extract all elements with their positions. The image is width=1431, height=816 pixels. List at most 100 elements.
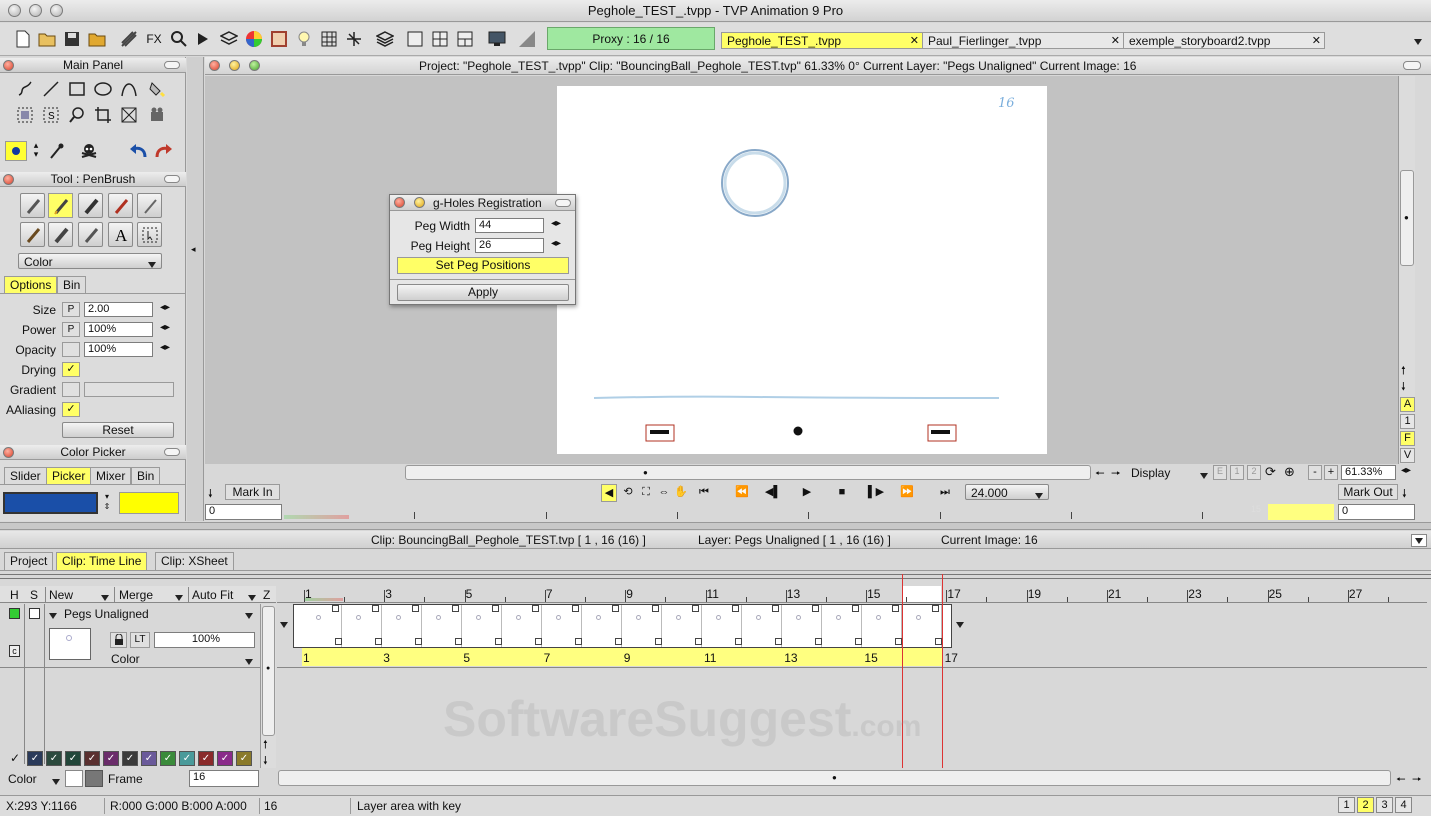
layer-blend-label[interactable]: Color <box>111 652 140 666</box>
peg-width-stepper[interactable]: ◂▸ <box>551 218 561 229</box>
close-tab-icon[interactable]: ✕ <box>1312 34 1321 47</box>
frame-icon[interactable] <box>268 28 290 50</box>
swatch-check[interactable]: ✓ <box>7 751 23 766</box>
size-stepper[interactable]: ◂▸ <box>160 302 170 313</box>
transform-icon[interactable] <box>343 28 365 50</box>
mark-out-arrow-icon[interactable]: 🠗 <box>1402 485 1407 504</box>
mode-select[interactable]: Color <box>18 253 162 269</box>
redo-icon[interactable] <box>152 140 174 162</box>
tab-xsheet[interactable]: Clip: XSheet <box>155 552 234 570</box>
search-icon[interactable] <box>168 28 190 50</box>
tab-mixer[interactable]: Mixer <box>90 467 132 484</box>
vertical-scroll-thumb[interactable]: ● <box>1400 170 1414 266</box>
sound-toggle-icon[interactable]: ◀ <box>601 484 617 502</box>
layer-name[interactable]: Pegs Unaligned <box>64 607 149 621</box>
undo-icon[interactable] <box>128 140 150 162</box>
fit-icon[interactable]: ⛶ <box>638 484 654 502</box>
reset-button[interactable]: Reset <box>62 422 174 438</box>
color-label-swatch[interactable]: ✓ <box>236 751 252 766</box>
clip-menu-icon[interactable] <box>1411 534 1427 547</box>
mini-timeline[interactable]: 15 <box>284 504 1334 520</box>
camera-tool-icon[interactable] <box>146 104 168 126</box>
new-layer-select[interactable]: New <box>45 587 112 602</box>
tab-project[interactable]: Project <box>4 552 54 570</box>
quad-view-icon[interactable] <box>429 28 451 50</box>
frame-cell[interactable] <box>702 605 742 647</box>
gradient-toggle[interactable] <box>62 382 80 397</box>
swap-arrows-icon[interactable]: ▴ ▾ <box>30 141 42 161</box>
swap-colors-icon[interactable]: ▾ ⇕ <box>100 492 114 514</box>
play-icon[interactable] <box>192 28 214 50</box>
frame-cell[interactable] <box>782 605 822 647</box>
frame-cell[interactable] <box>662 605 702 647</box>
save-icon[interactable] <box>61 28 83 50</box>
view-2-button[interactable]: 2 <box>1247 465 1261 480</box>
frame-input[interactable]: 16 <box>189 770 259 787</box>
frame-cell[interactable] <box>382 605 422 647</box>
col-hide-label[interactable]: H <box>10 588 19 602</box>
layer-scroll-thumb[interactable]: ● <box>262 606 275 736</box>
close-tab-icon[interactable]: ✕ <box>910 34 919 47</box>
color-label-swatch[interactable]: ✓ <box>84 751 100 766</box>
timeline-scroll-left-icon[interactable]: 🠔 <box>1396 771 1406 790</box>
opacity-input[interactable]: 100% <box>84 342 153 357</box>
layer-scroll-down-icon[interactable]: 🠗 <box>263 752 268 771</box>
brush-tools-icon[interactable] <box>118 28 140 50</box>
mark-in-arrow-icon[interactable]: 🠗 <box>208 485 213 504</box>
single-view-icon[interactable] <box>404 28 426 50</box>
fill-tool-icon[interactable] <box>146 78 168 100</box>
tabs-menu-icon[interactable] <box>1414 36 1422 48</box>
tab-slider[interactable]: Slider <box>4 467 47 484</box>
timeline-horizontal-scrollbar[interactable]: ● <box>278 770 1391 786</box>
fx-button[interactable]: FX <box>143 28 165 50</box>
color-wheel-icon[interactable] <box>243 28 265 50</box>
tab-options[interactable]: Options <box>4 276 58 293</box>
timeline-scroll-right-icon[interactable]: 🠖 <box>1412 771 1422 790</box>
select-arrow-icon[interactable] <box>137 222 162 247</box>
track-expand-end-icon[interactable] <box>956 619 964 631</box>
drawing-canvas[interactable]: 16 <box>557 86 1047 454</box>
peg-height-input[interactable]: 26 <box>475 238 544 253</box>
horizontal-scrollbar[interactable]: ● <box>405 465 1091 480</box>
minimize-view-button[interactable] <box>229 60 240 71</box>
view-1-button[interactable]: 1 <box>1230 465 1244 480</box>
gradient-icon[interactable] <box>516 28 538 50</box>
oil-brush-icon[interactable] <box>20 222 45 247</box>
layer-c-toggle[interactable]: c <box>9 645 20 657</box>
stack-icon[interactable] <box>374 28 396 50</box>
color-label-swatch[interactable]: ✓ <box>46 751 62 766</box>
ink-brush-icon[interactable] <box>137 193 162 218</box>
set-peg-positions-button[interactable]: Set Peg Positions <box>397 257 569 274</box>
frame-cell[interactable] <box>502 605 542 647</box>
collapse-view-button[interactable] <box>1403 61 1421 70</box>
timeline-ruler[interactable] <box>277 586 1427 603</box>
page-4-button[interactable]: 4 <box>1395 797 1412 813</box>
warp-tool-icon[interactable] <box>118 104 140 126</box>
hand-icon[interactable]: ✋ <box>673 484 689 502</box>
collapse-arrow-icon[interactable]: ◂ <box>191 244 196 255</box>
close-view-button[interactable] <box>209 60 220 71</box>
airbrush-icon[interactable] <box>78 222 103 247</box>
mode-f-button[interactable]: F <box>1400 431 1415 446</box>
color-label-swatch[interactable]: ✓ <box>198 751 214 766</box>
light-bulb-icon[interactable] <box>293 28 315 50</box>
zoom-out-button[interactable]: - <box>1308 465 1322 480</box>
open-folder-icon[interactable] <box>36 28 58 50</box>
close-panel-button[interactable] <box>3 60 14 71</box>
power-pressure-button[interactable]: P <box>62 322 80 337</box>
collapse-panel-button[interactable] <box>164 448 180 456</box>
viewport-vertical-scrollbar[interactable]: ● 🠕 🠗 A 1 F V <box>1398 76 1415 464</box>
brush-dot-icon[interactable] <box>5 141 27 161</box>
mark-in-button[interactable]: Mark In <box>225 484 280 500</box>
tab-timeline[interactable]: Clip: Time Line <box>56 552 148 570</box>
display-select[interactable]: Display <box>1128 465 1212 480</box>
secondary-color-swatch[interactable] <box>119 492 179 514</box>
color-label-swatch[interactable]: ✓ <box>103 751 119 766</box>
gradient-field[interactable] <box>84 382 174 397</box>
next-frame-icon[interactable]: ▌▶ <box>865 484 887 502</box>
line-tool-icon[interactable] <box>40 78 62 100</box>
next-keyframe-icon[interactable]: ⏩ <box>896 484 918 502</box>
layers-icon[interactable] <box>218 28 240 50</box>
play-button-icon[interactable]: ▶ <box>796 484 818 502</box>
drying-checkbox[interactable]: ✓ <box>62 362 80 377</box>
